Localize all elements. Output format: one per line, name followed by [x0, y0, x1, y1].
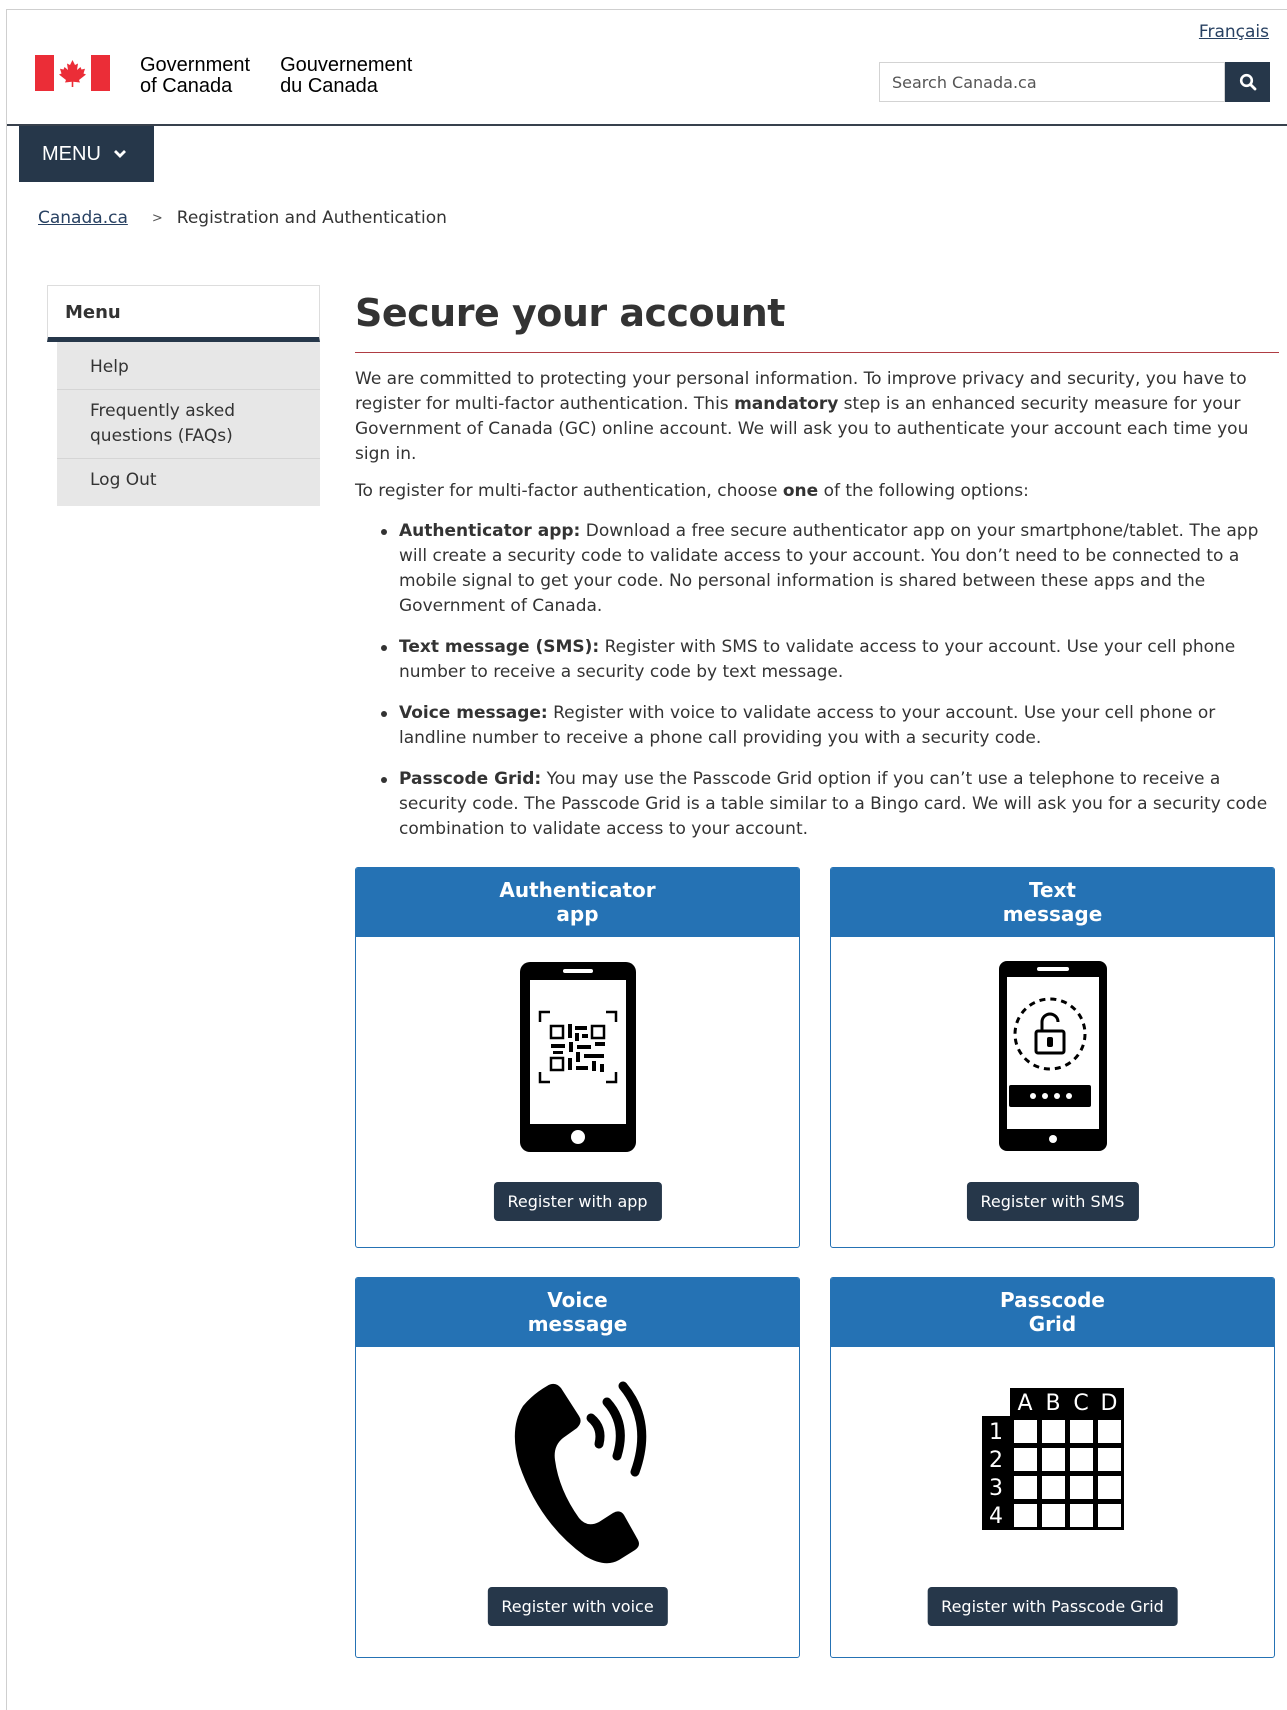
option-term: Text message (SMS): — [399, 637, 600, 657]
search-button[interactable] — [1225, 62, 1270, 102]
qr-phone-icon — [356, 960, 799, 1154]
choose-text-1: To register for multi-factor authenticat… — [355, 481, 783, 501]
search-input[interactable] — [879, 62, 1225, 102]
government-signature[interactable]: Government of Canada Gouvernement du Can… — [35, 55, 412, 97]
title-underline — [355, 352, 1279, 353]
search-form — [879, 62, 1270, 102]
list-item: Voice message: Register with voice to va… — [381, 701, 1279, 751]
method-card-sms: Text message Register with SMS — [830, 867, 1275, 1248]
card-title-line1: Voice — [547, 1288, 608, 1312]
sidebar-item-faqs[interactable]: Frequently asked questions (FAQs) — [57, 390, 320, 459]
option-term: Passcode Grid: — [399, 769, 542, 789]
breadcrumb: Canada.ca > Registration and Authenticat… — [38, 208, 447, 228]
choose-text-2: of the following options: — [818, 481, 1029, 501]
phone-call-icon — [356, 1368, 799, 1568]
signature-en-line2: of Canada — [140, 75, 233, 97]
search-icon — [1239, 73, 1256, 91]
register-with-app-button[interactable]: Register with app — [493, 1182, 662, 1221]
sidebar-item-help[interactable]: Help — [57, 342, 320, 390]
grid-row-label: 1 — [989, 1420, 1003, 1445]
option-term: Voice message: — [399, 703, 548, 723]
register-with-sms-button[interactable]: Register with SMS — [966, 1182, 1139, 1221]
grid-column-label: A — [1017, 1391, 1032, 1416]
grid-row-label: 4 — [989, 1504, 1003, 1529]
menu-label: MENU — [42, 142, 101, 165]
breadcrumb-separator: > — [151, 210, 163, 226]
lock-phone-icon — [831, 959, 1274, 1153]
card-header: Authenticator app — [356, 868, 799, 937]
card-title-line2: message — [527, 1312, 628, 1336]
method-card-passcode-grid: Passcode Grid A B C D 1 2 3 4 Register w… — [830, 1277, 1275, 1658]
method-card-voice: Voice message Register with voice — [355, 1277, 800, 1658]
breadcrumb-current: Registration and Authentication — [176, 208, 447, 228]
list-item: Text message (SMS): Register with SMS to… — [381, 635, 1279, 685]
list-item: Passcode Grid: You may use the Passcode … — [381, 767, 1279, 842]
grid-column-label: B — [1045, 1391, 1060, 1416]
card-title-line1: Authenticator — [499, 878, 656, 902]
signature-fr-line2: du Canada — [280, 75, 378, 97]
signature-en-line1: Government — [140, 54, 251, 76]
options-list: Authenticator app: Download a free secur… — [355, 519, 1279, 842]
register-with-voice-button[interactable]: Register with voice — [487, 1587, 668, 1626]
signature-fr-line1: Gouvernement — [280, 54, 413, 76]
page-title: Secure your account — [355, 291, 785, 335]
grid-column-label: C — [1073, 1391, 1088, 1416]
intro-paragraph: We are committed to protecting your pers… — [355, 367, 1279, 467]
header-divider — [7, 124, 1287, 126]
grid-column-label: D — [1100, 1391, 1117, 1416]
intro-bold: mandatory — [734, 394, 839, 414]
passcode-grid-icon: A B C D 1 2 3 4 — [831, 1386, 1274, 1532]
sidebar-title: Menu — [47, 285, 320, 342]
option-term: Authenticator app: — [399, 521, 581, 541]
language-toggle-link[interactable]: Français — [1199, 22, 1269, 42]
card-header: Passcode Grid — [831, 1278, 1274, 1347]
card-title-line2: Grid — [1028, 1312, 1077, 1336]
signature-english: Government of Canada — [140, 55, 250, 97]
card-title-line1: Text — [1028, 878, 1076, 902]
choose-bold: one — [782, 481, 819, 501]
chevron-down-icon — [113, 150, 126, 158]
choose-paragraph: To register for multi-factor authenticat… — [355, 479, 1279, 504]
method-card-authenticator: Authenticator app Register with app — [355, 867, 800, 1248]
main-menu-button[interactable]: MENU — [19, 126, 154, 182]
main-content: Secure your account We are committed to … — [355, 288, 1279, 908]
card-title-line2: message — [1002, 902, 1103, 926]
card-header: Text message — [831, 868, 1274, 937]
card-title-line2: app — [556, 902, 599, 926]
register-with-passcode-grid-button[interactable]: Register with Passcode Grid — [927, 1587, 1178, 1626]
sidebar-list: Help Frequently asked questions (FAQs) L… — [57, 342, 320, 506]
sidebar-menu: Menu Help Frequently asked questions (FA… — [47, 285, 320, 506]
grid-row-label: 3 — [989, 1476, 1003, 1501]
signature-french: Gouvernement du Canada — [280, 55, 412, 97]
list-item: Authenticator app: Download a free secur… — [381, 519, 1279, 619]
breadcrumb-home-link[interactable]: Canada.ca — [38, 208, 128, 228]
card-header: Voice message — [356, 1278, 799, 1347]
sidebar-item-log-out[interactable]: Log Out — [57, 459, 320, 506]
card-title-line1: Passcode — [1000, 1288, 1105, 1312]
canada-flag-icon — [35, 55, 110, 91]
grid-row-label: 2 — [989, 1448, 1003, 1473]
